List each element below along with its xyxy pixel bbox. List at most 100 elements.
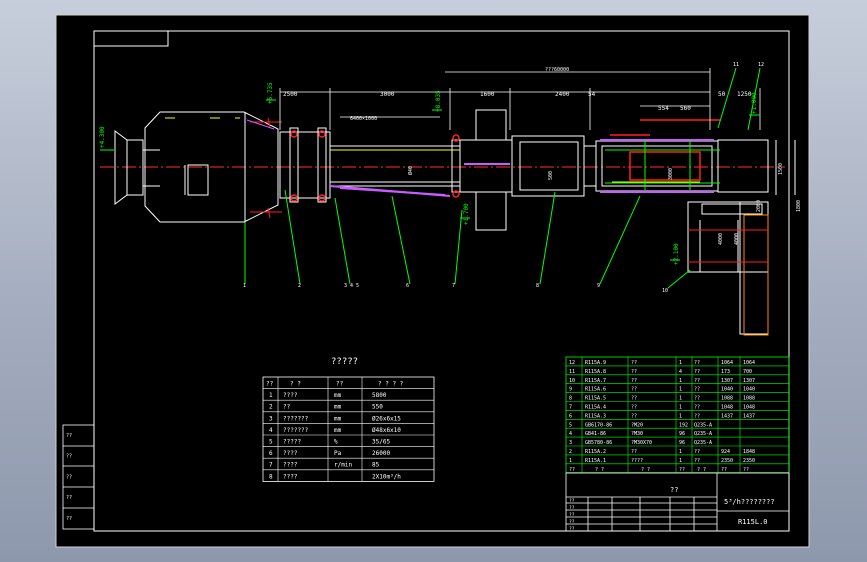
bom-cell-mat: Q235-A — [694, 440, 712, 446]
dim-1250: 1250 — [737, 91, 752, 98]
bom-cell-code: R115A.3 — [585, 413, 606, 419]
spec-cell-no: 1 — [269, 392, 273, 399]
bom-cell-w2: 1088 — [743, 396, 755, 402]
spec-cell-value: Ø48x6x10 — [372, 427, 401, 434]
bom-header-cell: ?? — [721, 467, 727, 473]
bom-cell-code: R115A.4 — [585, 405, 606, 411]
support-cladding — [743, 214, 769, 336]
title-row-label: ?? — [569, 512, 575, 518]
bom-cell-w1: 2350 — [721, 458, 733, 464]
leader-label: 12 — [758, 62, 764, 68]
v-dim-500: 500 — [548, 171, 554, 180]
bom-cell-code: R115A.5 — [585, 396, 606, 402]
bom-cell-name: ?M30 — [631, 431, 643, 437]
elev-5735: +5.735 — [267, 82, 274, 104]
bom-cell-mat: ?? — [694, 378, 700, 384]
spec-cell-name: ???? — [283, 473, 298, 480]
dim-total: ???60000 — [545, 67, 569, 73]
spec-cell-unit: Pa — [334, 450, 342, 457]
spec-header-cell: ? ? ? ? — [378, 381, 404, 388]
bom-header-cell: ?? — [679, 467, 685, 473]
dim-54: 54 — [588, 91, 596, 98]
spec-cell-name: ???? — [283, 450, 298, 457]
spec-cell-unit: r/min — [334, 462, 352, 469]
side-label: ?? — [66, 454, 72, 460]
dim-2400: 2400 — [555, 91, 570, 98]
bom-cell-no: 6 — [569, 413, 572, 419]
spec-cell-name: ??????? — [283, 427, 309, 434]
spec-cell-unit: mm — [334, 404, 342, 411]
bom-cell-w1: 1064 — [721, 360, 733, 366]
spec-cell-no: 6 — [269, 450, 273, 457]
bom-cell-mat: ?? — [694, 405, 700, 411]
bom-cell-w2: 1040 — [743, 387, 755, 393]
bom-cell-no: 3 — [569, 440, 572, 446]
leader-label: 1 — [243, 283, 246, 289]
bom-cell-name: ?? — [631, 413, 637, 419]
title-drawing-name: 5³/h???????? — [724, 498, 775, 506]
spec-cell-name: ??????? — [283, 415, 309, 422]
title-part-label: ?? — [670, 486, 678, 494]
bom-cell-w2: 1437 — [743, 413, 755, 419]
bom-cell-name: ?? — [631, 405, 637, 411]
bom-table: 12 R115A.9?? 1?? 1064 106411 R115A.8?? 4?? 173 7… — [565, 356, 790, 474]
spec-cell-no: 3 — [269, 415, 273, 422]
spec-cell-unit: mm — [334, 427, 342, 434]
bom-cell-no: 2 — [569, 449, 572, 455]
bom-cell-name: ?M30X70 — [631, 440, 652, 446]
bom-cell-mat: ?? — [694, 369, 700, 375]
side-label: ?? — [66, 516, 72, 522]
elev-8035: +8.035 — [435, 90, 442, 112]
drawing-code-box — [93, 30, 169, 47]
bom-cell-no: 12 — [569, 360, 575, 366]
bom-cell-name: ?? — [631, 449, 637, 455]
dim-554: 554 — [658, 105, 669, 112]
spec-cell-unit: mm — [334, 415, 342, 422]
inner-dim-2: 4000 — [718, 233, 724, 245]
bom-cell-w1: 1040 — [721, 387, 733, 393]
leader-label: 8 — [536, 283, 539, 289]
dim-3000: 3000 — [380, 91, 395, 98]
bom-cell-qty: 1 — [679, 396, 682, 402]
bom-cell-code: GB5780-86 — [585, 440, 612, 446]
title-row-label: ?? — [569, 505, 575, 511]
hopper-supports — [250, 117, 282, 219]
bom-header-cell: ? ? — [595, 467, 604, 473]
bom-cell-mat: ?? — [694, 360, 700, 366]
bom-cell-name: ?? — [631, 369, 637, 375]
inner-dim-3: 4000 — [734, 233, 740, 245]
spec-cell-value: 5800 — [372, 392, 387, 399]
leader-lines — [244, 67, 761, 289]
bom-cell-no: 4 — [569, 431, 572, 437]
bom-cell-w1: 1307 — [721, 378, 733, 384]
drawing-canvas: ??? ???? ? ? ?1???? mm 58002?? mm 5503??????… — [55, 14, 810, 548]
bom-cell-code: R115A.1 — [585, 458, 606, 464]
bom-cell-qty: 1 — [679, 378, 682, 384]
title-block-labels: ?????????? — [569, 498, 575, 532]
bom-cell-no: 9 — [569, 387, 572, 393]
spec-cell-no: 8 — [269, 473, 273, 480]
bom-cell-w2: 1848 — [743, 449, 755, 455]
spec-table-title: ????? — [331, 357, 358, 367]
spec-cell-name: ???? — [283, 462, 298, 469]
spec-cell-no: 5 — [269, 439, 273, 446]
bom-cell-name: ?? — [631, 360, 637, 366]
bom-cell-qty: 1 — [679, 413, 682, 419]
bom-cell-qty: 192 — [679, 422, 688, 428]
bom-cell-name: ?? — [631, 378, 637, 384]
bom-cell-code: GB41-86 — [585, 431, 606, 437]
bom-cell-no: 11 — [569, 369, 575, 375]
bom-cell-code: GB6170-86 — [585, 422, 612, 428]
spec-cell-value: 26000 — [372, 450, 390, 457]
spec-cell-name: ????? — [283, 439, 301, 446]
bom-cell-w1: 1088 — [721, 396, 733, 402]
title-drawing-code: R115L.0 — [738, 518, 768, 526]
bom-cell-mat: ?? — [694, 387, 700, 393]
spec-header-cell: ?? — [266, 381, 274, 388]
bom-cell-no: 8 — [569, 396, 572, 402]
leader-label: 9 — [597, 283, 600, 289]
elev-1000: +1.000 — [751, 92, 758, 114]
leader-label: 7 — [452, 283, 455, 289]
leader-labels: 123 4 5 6 7 8 91011 12 — [243, 62, 764, 294]
bom-cell-qty: 1 — [679, 449, 682, 455]
